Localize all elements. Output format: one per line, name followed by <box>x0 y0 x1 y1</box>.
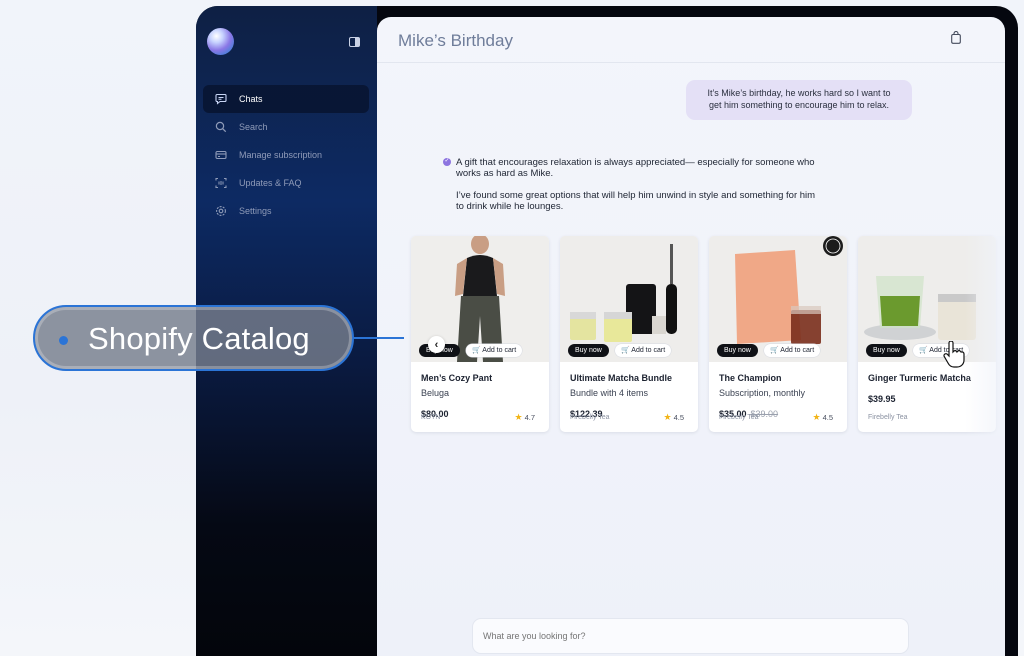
product-rating: ★ 4.7 <box>514 412 535 423</box>
product-carousel: Buy now 🛒 Add to cart Men’s Cozy Pant Be… <box>411 236 1005 436</box>
product-vendor: Firebelly Tea <box>868 414 908 421</box>
hand-cursor-icon <box>943 341 965 368</box>
search-input[interactable] <box>472 618 909 654</box>
assistant-check-icon <box>443 156 451 167</box>
product-image[interactable]: Buy now 🛒 Add to cart <box>560 236 698 362</box>
product-name: Ultimate Matcha Bundle <box>570 373 673 383</box>
sidebar-item-manage-subscription[interactable]: Manage subscription <box>203 141 369 169</box>
product-card[interactable]: Buy now 🛒 Add to cart Ultimate Matcha Bu… <box>560 236 698 432</box>
product-name: Men’s Cozy Pant <box>421 373 493 383</box>
callout-dot <box>59 336 68 345</box>
credit-card-icon <box>214 148 228 162</box>
callout-connector <box>354 337 404 339</box>
user-message: It’s Mike’s birthday, he works hard so I… <box>686 80 912 120</box>
product-subtitle: Bundle with 4 items <box>570 388 649 398</box>
product-image[interactable]: Buy now 🛒 Add to cart <box>709 236 847 362</box>
sidebar-item-updates-faq[interactable]: Updates & FAQ <box>203 169 369 197</box>
product-card[interactable]: Buy now 🛒 Add to cart Men’s Cozy Pant Be… <box>411 236 549 432</box>
chevron-left-icon: ‹ <box>434 338 439 351</box>
chat-panel: Mike’s Birthday It’s Mike’s birthday, he… <box>377 17 1005 656</box>
product-subtitle: Subscription, monthly <box>719 388 806 398</box>
assistant-message: A gift that encourages relaxation is alw… <box>443 156 816 212</box>
sidebar-item-label: Manage subscription <box>239 150 323 160</box>
sidebar-item-search[interactable]: Search <box>203 113 369 141</box>
star-icon: ★ <box>663 412 672 422</box>
add-to-cart-label: Add to cart <box>780 347 815 354</box>
assistant-paragraph: I’ve found some great options that will … <box>456 190 816 212</box>
sidebar-item-settings[interactable]: Settings <box>203 197 369 225</box>
shopping-bag-icon[interactable] <box>951 31 961 44</box>
gear-icon <box>214 204 228 218</box>
product-subtitle: Beluga <box>421 388 450 398</box>
sidebar-item-label: Settings <box>239 206 272 216</box>
add-to-cart-label: Add to cart <box>482 347 517 354</box>
page-title: Mike’s Birthday <box>398 31 513 50</box>
product-vendor: Firebelly Tea <box>570 414 610 421</box>
star-icon: ★ <box>514 412 523 422</box>
sidebar-item-chats[interactable]: Chats <box>203 85 369 113</box>
buy-now-button[interactable]: Buy now <box>866 344 907 357</box>
add-to-cart-button[interactable]: 🛒 Add to cart <box>615 344 672 357</box>
buy-now-button[interactable]: Buy now <box>568 344 609 357</box>
product-vendor: KOTN <box>421 414 441 421</box>
price-value: $39.95 <box>868 394 896 404</box>
assistant-paragraph: A gift that encourages relaxation is alw… <box>456 157 815 179</box>
sidebar-item-label: Chats <box>239 94 263 104</box>
chat-header: Mike’s Birthday <box>377 17 1005 63</box>
product-vendor: Firebelly Tea <box>719 414 759 421</box>
collapse-sidebar-icon[interactable] <box>349 37 360 47</box>
search-icon <box>214 120 228 134</box>
shopify-catalog-callout: Shopify Catalog <box>33 305 354 371</box>
product-rating: ★ 4.5 <box>663 412 684 423</box>
rating-value: 4.5 <box>673 413 684 422</box>
sidebar-nav: Chats Search Manage subscription Updates… <box>203 85 369 225</box>
add-to-cart-button[interactable]: 🛒 Add to cart <box>764 344 821 357</box>
carousel-fade <box>965 236 1005 436</box>
buy-now-button[interactable]: Buy now <box>717 344 758 357</box>
chat-icon <box>214 92 228 106</box>
add-to-cart-button[interactable]: 🛒 Add to cart <box>466 344 523 357</box>
app-logo[interactable] <box>207 28 234 55</box>
product-card[interactable]: Buy now 🛒 Add to cart The Champion Subsc… <box>709 236 847 432</box>
add-to-cart-label: Add to cart <box>631 347 666 354</box>
rating-value: 4.5 <box>822 413 833 422</box>
sidebar-item-label: Updates & FAQ <box>239 178 302 188</box>
carousel-prev-button[interactable]: ‹ <box>428 336 445 353</box>
star-icon: ★ <box>812 412 821 422</box>
product-rating: ★ 4.5 <box>812 412 833 423</box>
sidebar-item-label: Search <box>239 122 268 132</box>
product-name: The Champion <box>719 373 782 383</box>
rating-value: 4.7 <box>524 413 535 422</box>
callout-label: Shopify Catalog <box>88 321 310 356</box>
scan-icon <box>214 176 228 190</box>
